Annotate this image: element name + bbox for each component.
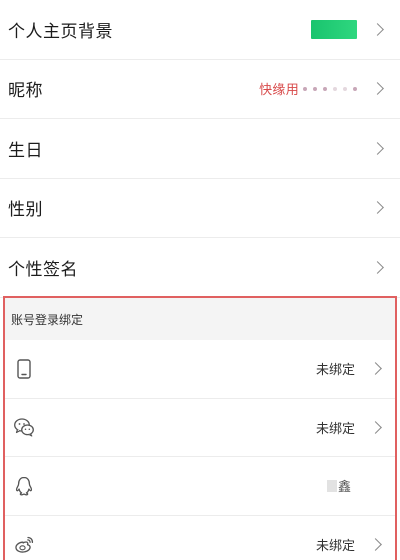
- chevron-right-icon: [369, 538, 382, 552]
- chevron-right-icon: [369, 420, 382, 434]
- weibo-icon: [15, 536, 34, 553]
- row-signature[interactable]: 个性签名: [0, 238, 400, 298]
- row-label: 昵称: [8, 81, 43, 102]
- chevron-right-icon: [369, 362, 382, 376]
- masked-text: [326, 479, 337, 492]
- chevron-right-icon: [371, 260, 384, 274]
- wechat-bind-status: 未绑定: [315, 421, 355, 437]
- phone-bind-status: 未绑定: [315, 363, 355, 379]
- row-birthday[interactable]: 生日: [0, 119, 400, 179]
- wechat-icon: [14, 418, 34, 437]
- row-nickname[interactable]: 昵称 快缘用: [0, 59, 400, 119]
- row-gender[interactable]: 性别: [0, 178, 400, 238]
- qq-bind-value: 鑫: [326, 476, 351, 496]
- masked-text: [303, 86, 357, 91]
- background-thumbnail: [311, 19, 357, 39]
- bind-row-wechat[interactable]: 未绑定: [5, 399, 395, 457]
- row-label: 个人主页背景: [8, 21, 113, 42]
- chevron-right-icon: [371, 201, 384, 215]
- row-label: 性别: [8, 200, 43, 221]
- bind-row-weibo[interactable]: 未绑定: [5, 516, 395, 560]
- bind-row-qq[interactable]: 鑫: [5, 457, 395, 516]
- qq-nickname: 鑫: [337, 480, 351, 496]
- row-profile-background[interactable]: 个人主页背景: [0, 0, 400, 60]
- nickname-value: 快缘用: [259, 79, 357, 98]
- row-label: 个性签名: [8, 259, 78, 280]
- account-binding-section: 账号登录绑定 未绑定 未绑定 鑫 未绑定: [3, 296, 397, 560]
- chevron-right-icon: [371, 82, 384, 96]
- weibo-bind-status: 未绑定: [315, 539, 355, 555]
- chevron-right-icon: [371, 22, 384, 36]
- chevron-right-icon: [371, 141, 384, 155]
- section-title: 账号登录绑定: [5, 298, 395, 340]
- profile-settings-page: 个人主页背景 昵称 快缘用 生日 性别 个性签名 账号登录绑定 未绑定 未绑定 …: [0, 0, 400, 560]
- row-label: 生日: [8, 140, 43, 161]
- bind-row-phone[interactable]: 未绑定: [5, 340, 395, 399]
- qq-icon: [15, 476, 33, 496]
- phone-icon: [17, 359, 31, 379]
- nickname-text: 快缘用: [259, 83, 299, 99]
